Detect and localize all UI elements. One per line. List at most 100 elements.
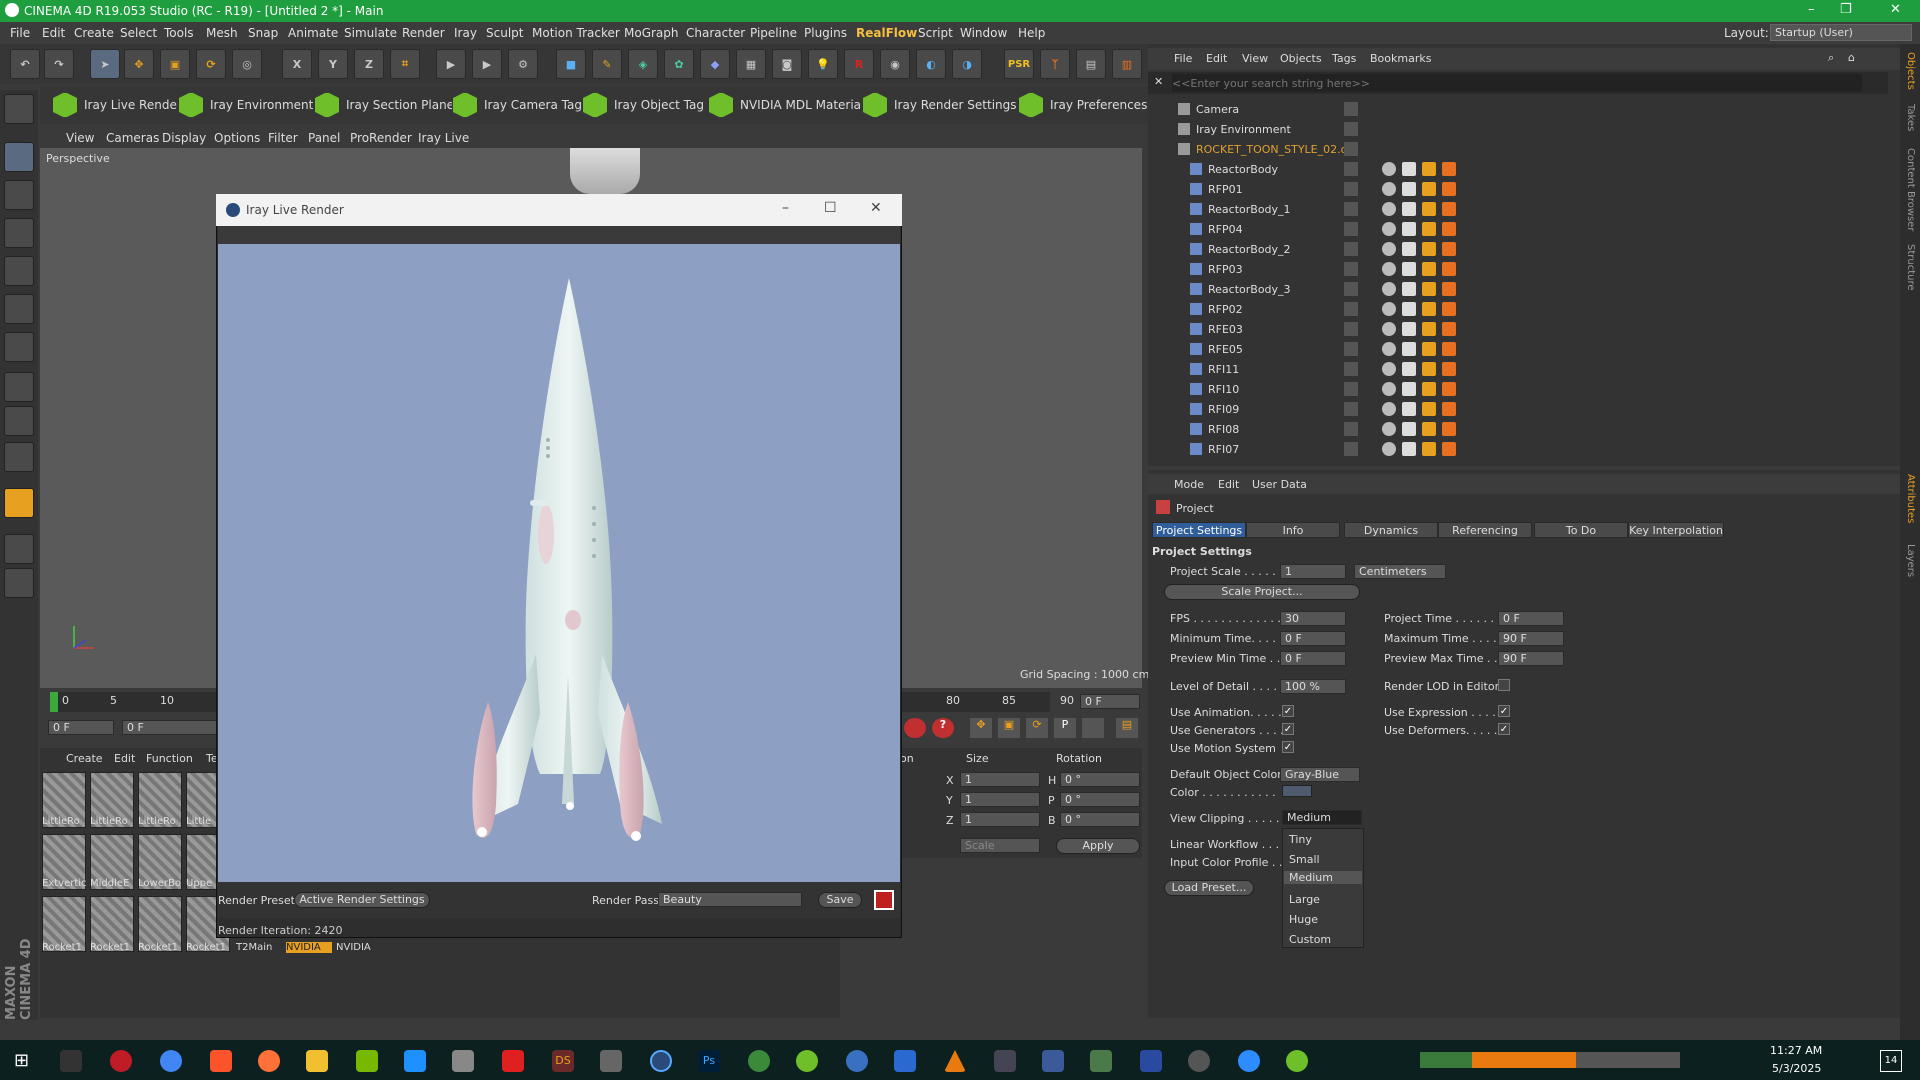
current-frame-field[interactable]: 0 F: [1080, 694, 1140, 709]
menu-plugins[interactable]: Plugins: [804, 26, 847, 40]
chrome-icon[interactable]: [160, 1050, 182, 1072]
move-tool-icon[interactable]: ✥: [124, 49, 154, 79]
menu-script[interactable]: Script: [918, 26, 953, 40]
magnet-icon[interactable]: [4, 488, 34, 518]
vp-menu-iray-live[interactable]: Iray Live: [418, 131, 469, 145]
workplane-mode-icon[interactable]: [4, 218, 34, 248]
search-icon[interactable]: ⌕: [1828, 51, 1834, 65]
phong-tag-icon[interactable]: [1442, 182, 1456, 196]
tab-project-settings[interactable]: Project Settings: [1152, 522, 1246, 538]
render-lod-checkbox[interactable]: [1498, 679, 1510, 691]
material-tag-icon[interactable]: [1382, 162, 1396, 176]
iray-render-canvas[interactable]: [218, 244, 900, 882]
autokey-icon[interactable]: ?: [932, 718, 954, 738]
clip-option-medium[interactable]: Medium: [1284, 871, 1362, 884]
visibility-toggle-icon[interactable]: [1344, 182, 1358, 196]
opera-icon[interactable]: [110, 1050, 132, 1072]
menu-realflow[interactable]: RealFlow: [856, 26, 917, 40]
fps-field[interactable]: 30: [1280, 611, 1346, 626]
key-scale-icon[interactable]: ▣: [998, 718, 1020, 738]
camera-icon[interactable]: ◙: [772, 49, 802, 79]
tab-key-interpolation[interactable]: Key Interpolation: [1628, 522, 1724, 538]
realflow-icon[interactable]: R: [844, 49, 874, 79]
load-preset-button[interactable]: Load Preset...: [1164, 880, 1254, 896]
tab-takes[interactable]: Takes: [1905, 104, 1916, 131]
phong-tag-icon[interactable]: [1442, 242, 1456, 256]
key-param-icon[interactable]: P: [1054, 718, 1076, 738]
menu-help[interactable]: Help: [1018, 26, 1045, 40]
file-explorer-icon[interactable]: [306, 1050, 328, 1072]
obj-menu-view[interactable]: View: [1242, 52, 1268, 65]
color-swatch[interactable]: [1282, 785, 1312, 797]
recent-tool-icon[interactable]: ◎: [232, 49, 262, 79]
tab-to-do[interactable]: To Do: [1534, 522, 1628, 538]
app-icon[interactable]: [894, 1050, 916, 1072]
playhead[interactable]: [50, 692, 58, 712]
iray-render-settings-button[interactable]: Iray Render Settings: [862, 90, 1017, 120]
tab-dynamics[interactable]: Dynamics: [1344, 522, 1438, 538]
subdivision-icon[interactable]: ◈: [628, 49, 658, 79]
nvidia-mdl-material-button[interactable]: NVIDIA MDL Material: [708, 90, 864, 120]
mat-menu-edit[interactable]: Edit: [114, 752, 135, 765]
record-icon[interactable]: [904, 718, 926, 738]
texture-tag-icon[interactable]: [1402, 342, 1416, 356]
bricks-icon[interactable]: ▥: [1112, 49, 1142, 79]
texture-mode-icon[interactable]: [4, 180, 34, 210]
iray-tag-icon[interactable]: [1422, 362, 1436, 376]
use-motion-checkbox[interactable]: ✓: [1282, 741, 1294, 753]
material-tag-icon[interactable]: [1382, 442, 1396, 456]
z-axis-icon[interactable]: Z: [354, 49, 384, 79]
object-row[interactable]: ReactorBody: [1160, 160, 1880, 180]
material-tag-icon[interactable]: [1382, 382, 1396, 396]
psr-icon[interactable]: PSR: [1004, 49, 1034, 79]
key-move-icon[interactable]: ✥: [970, 718, 992, 738]
menu-character[interactable]: Character: [686, 26, 745, 40]
apply-button[interactable]: Apply: [1056, 838, 1140, 854]
menu-tools[interactable]: Tools: [164, 26, 194, 40]
key-pla-icon[interactable]: [1082, 718, 1104, 738]
task-view-icon[interactable]: [60, 1050, 82, 1072]
menu-mograph[interactable]: MoGraph: [624, 26, 679, 40]
object-row[interactable]: RFI11: [1160, 360, 1880, 380]
iray-preferences-button[interactable]: Iray Preferences: [1018, 90, 1147, 120]
object-row[interactable]: Iray Environment: [1160, 120, 1880, 140]
coordinate-system-icon[interactable]: ⌗: [390, 49, 420, 79]
phong-tag-icon[interactable]: [1442, 342, 1456, 356]
phong-tag-icon[interactable]: [1442, 362, 1456, 376]
vp-menu-filter[interactable]: Filter: [268, 131, 298, 145]
use-animation-checkbox[interactable]: ✓: [1282, 705, 1294, 717]
texture-tag-icon[interactable]: [1402, 202, 1416, 216]
menu-window[interactable]: Window: [960, 26, 1007, 40]
make-editable-icon[interactable]: [4, 94, 34, 124]
vp-menu-prorender[interactable]: ProRender: [350, 131, 412, 145]
texture-tag-icon[interactable]: [1402, 222, 1416, 236]
phong-tag-icon[interactable]: [1442, 262, 1456, 276]
iray-minimize-button[interactable]: –: [782, 200, 789, 216]
visibility-toggle-icon[interactable]: [1344, 402, 1358, 416]
iray-save-button[interactable]: Save: [818, 892, 862, 908]
material-tag-icon[interactable]: [1382, 262, 1396, 276]
phong-tag-icon[interactable]: [1442, 202, 1456, 216]
visibility-toggle-icon[interactable]: [1344, 242, 1358, 256]
photoshop-icon[interactable]: Ps: [698, 1050, 720, 1072]
texture-tag-icon[interactable]: [1402, 382, 1416, 396]
texture-tag-icon[interactable]: [1402, 182, 1416, 196]
object-row[interactable]: RFI07: [1160, 440, 1880, 460]
attr-menu-user-data[interactable]: User Data: [1252, 478, 1307, 491]
visibility-toggle-icon[interactable]: [1344, 282, 1358, 296]
iray-tag-icon[interactable]: [1422, 282, 1436, 296]
undo-icon[interactable]: ↶: [10, 49, 40, 79]
material-tag-icon[interactable]: [1382, 202, 1396, 216]
object-search-input[interactable]: [1172, 74, 1862, 92]
iray-tag-icon[interactable]: [1422, 442, 1436, 456]
app-icon[interactable]: [452, 1050, 474, 1072]
vp-menu-panel[interactable]: Panel: [308, 131, 340, 145]
visibility-toggle-icon[interactable]: [1344, 422, 1358, 436]
obj-menu-bookmarks[interactable]: Bookmarks: [1370, 52, 1431, 65]
iray-tag-icon[interactable]: [1422, 302, 1436, 316]
app-icon[interactable]: [748, 1050, 770, 1072]
attr-menu-mode[interactable]: Mode: [1174, 478, 1204, 491]
minimize-button[interactable]: –: [1808, 2, 1815, 17]
object-row[interactable]: RFI08: [1160, 420, 1880, 440]
menu-select[interactable]: Select: [120, 26, 157, 40]
